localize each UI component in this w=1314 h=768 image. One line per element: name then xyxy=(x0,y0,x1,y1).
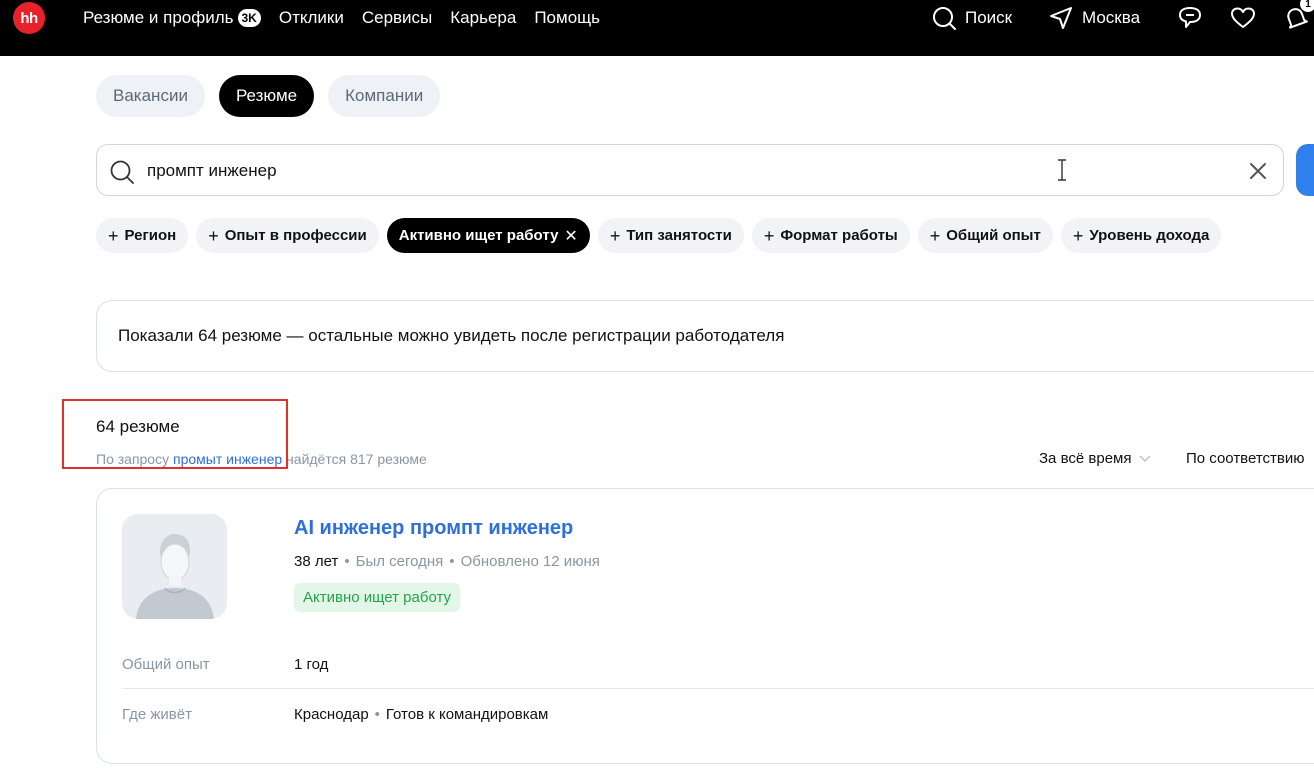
chat-icon xyxy=(1176,4,1204,32)
close-icon[interactable] xyxy=(1247,160,1269,187)
nav-item-resume-profile[interactable]: Резюме и профиль 3K xyxy=(83,8,261,28)
chevron-down-icon xyxy=(1139,450,1151,467)
plus-icon: + xyxy=(208,225,219,246)
search-icon xyxy=(109,159,135,190)
plus-icon: + xyxy=(763,225,775,246)
search-type-tabs: Вакансии Резюме Компании xyxy=(96,75,441,117)
status-badge: Активно ищет работу xyxy=(294,583,461,612)
filter-employment-type[interactable]: + Тип занятости xyxy=(597,218,744,253)
nav-item-label: Помощь xyxy=(534,8,600,27)
chat-button[interactable] xyxy=(1176,0,1204,36)
notifications-badge: 1 xyxy=(1300,0,1314,12)
location-value: Краснодар • Готов к командировкам xyxy=(294,706,548,723)
filter-label: Уровень дохода xyxy=(1089,227,1210,244)
heart-icon xyxy=(1229,4,1257,32)
text-cursor-icon xyxy=(1057,159,1067,186)
close-icon[interactable]: ✕ xyxy=(564,226,577,246)
resume-count-badge: 3K xyxy=(237,9,261,27)
banner-text: Показали 64 резюме — остальные можно уви… xyxy=(118,326,785,345)
filter-chips: + Регион + Опыт в профессии Активно ищет р… xyxy=(96,218,1222,253)
search-submit-button[interactable] xyxy=(1296,144,1314,196)
filter-label: Формат работы xyxy=(780,227,898,244)
results-limit-banner: Показали 64 резюме — остальные можно уви… xyxy=(96,300,1314,372)
filter-total-experience[interactable]: + Общий опыт xyxy=(917,218,1053,253)
city-selector[interactable]: Москва xyxy=(1048,0,1140,36)
filter-income-level[interactable]: + Уровень дохода xyxy=(1060,218,1222,253)
resume-meta: 38 лет • Был сегодня • Обновлено 12 июня xyxy=(294,553,600,570)
nav-item-label: Сервисы xyxy=(361,8,433,27)
relevance-sort-label: По соответствию xyxy=(1186,450,1305,467)
resume-title-link[interactable]: AI инженер промпт инженер xyxy=(294,517,573,540)
resume-updated: Обновлено 12 июня xyxy=(460,553,600,570)
nav-item-label: Карьера xyxy=(450,8,517,27)
header-search-label: Поиск xyxy=(965,8,1013,27)
hh-logo[interactable]: hh xyxy=(13,2,45,34)
filter-label: Регион xyxy=(124,227,177,244)
filter-profession-experience[interactable]: + Опыт в профессии xyxy=(196,218,379,253)
location-arrow-icon xyxy=(1048,5,1074,31)
search-input[interactable] xyxy=(147,157,1147,185)
experience-value: 1 год xyxy=(294,656,329,673)
search-box xyxy=(96,144,1284,196)
resume-travel: Готов к командировкам xyxy=(385,706,549,723)
main-nav: Резюме и профиль 3K Отклики Сервисы Карь… xyxy=(83,0,600,36)
filter-label: Тип занятости xyxy=(626,227,732,244)
separator-dot: • xyxy=(449,553,455,570)
plus-icon: + xyxy=(108,225,119,246)
separator-dot: • xyxy=(374,706,380,723)
location-label: Где живёт xyxy=(122,706,192,723)
nav-item-label: Отклики xyxy=(278,8,344,27)
nav-item-responses[interactable]: Отклики xyxy=(279,8,344,28)
tab-vacancies[interactable]: Вакансии xyxy=(96,75,205,117)
filter-label: Опыт в профессии xyxy=(224,227,367,244)
plus-icon: + xyxy=(609,225,621,246)
tab-companies[interactable]: Компании xyxy=(328,75,441,117)
experience-label: Общий опыт xyxy=(122,656,210,673)
resume-last-seen: Был сегодня xyxy=(355,553,444,570)
filter-work-format[interactable]: + Формат работы xyxy=(751,218,910,253)
resume-city: Краснодар xyxy=(294,706,369,723)
avatar-placeholder-icon xyxy=(122,514,227,619)
filter-label: Общий опыт xyxy=(946,227,1041,244)
avatar xyxy=(122,514,227,619)
favorites-button[interactable] xyxy=(1229,0,1257,36)
top-navigation-bar: hh Резюме и профиль 3K Отклики Сервисы К… xyxy=(0,0,1314,56)
city-label: Москва xyxy=(1082,8,1141,27)
resume-card[interactable]: AI инженер промпт инженер 38 лет • Был сег… xyxy=(96,488,1314,764)
nav-item-services[interactable]: Сервисы xyxy=(362,8,432,28)
period-sort-dropdown[interactable]: За всё время xyxy=(1039,450,1151,467)
relevance-sort-dropdown[interactable]: По соответствию xyxy=(1186,450,1305,467)
separator-dot: • xyxy=(344,553,350,570)
nav-item-label: Резюме и профиль xyxy=(83,8,234,27)
search-icon xyxy=(931,5,957,31)
annotation-highlight-box xyxy=(62,399,288,469)
card-divider xyxy=(122,688,1314,689)
resume-age: 38 лет xyxy=(294,553,339,570)
filter-region[interactable]: + Регион xyxy=(96,218,189,253)
nav-item-help[interactable]: Помощь xyxy=(534,8,600,28)
period-sort-label: За всё время xyxy=(1039,450,1132,467)
filter-actively-looking[interactable]: Активно ищет работу ✕ xyxy=(386,218,590,253)
plus-icon: + xyxy=(1072,225,1084,246)
tab-resumes[interactable]: Резюме xyxy=(218,75,315,117)
header-search-link[interactable]: Поиск xyxy=(931,0,1012,36)
filter-label: Активно ищет работу xyxy=(398,227,559,244)
plus-icon: + xyxy=(929,225,941,246)
nav-item-career[interactable]: Карьера xyxy=(450,8,516,28)
query-suffix: найдётся 817 резюме xyxy=(286,451,427,467)
